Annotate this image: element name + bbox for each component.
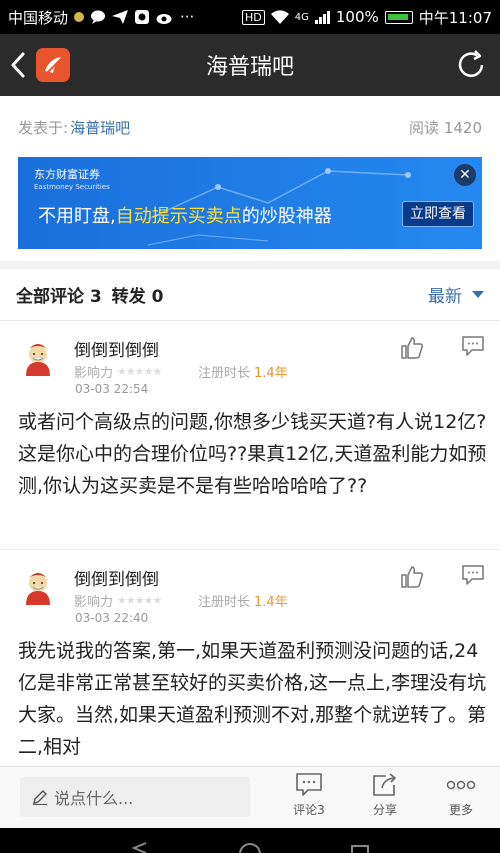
network-type-label: 4G — [294, 11, 309, 23]
send-icon — [112, 10, 129, 24]
page-title: 海普瑞吧 — [205, 55, 294, 80]
ad-banner[interactable]: 东方财富证券 Eastmoney Securities 不用盯盘,自动提示买卖点… — [18, 157, 482, 249]
comment-username[interactable]: 倒倒到倒倒 — [74, 336, 159, 361]
avatar[interactable] — [20, 340, 56, 376]
share-button[interactable]: 分享 — [355, 773, 415, 818]
comment-text: 我先说我的答案,第一,如果天道盈利预测没问题的话,24亿是非常正常甚至较好的买卖… — [18, 640, 487, 758]
share-label: 分享 — [372, 803, 397, 817]
comment-input-placeholder: 说点什么... — [54, 789, 134, 808]
star-rating-icon: ★★★★★ — [117, 365, 162, 378]
registration-duration: 注册时长 1.4年 — [198, 591, 288, 610]
tab-comments[interactable]: 全部评论 3 — [16, 287, 102, 307]
more-notifications-icon: ··· — [180, 8, 195, 26]
thumbs-up-icon[interactable] — [400, 565, 424, 589]
registration-duration: 注册时长 1.4年 — [198, 362, 288, 381]
reg-years: 1.4年 — [254, 595, 288, 610]
banner-brand: 东方财富证券 Eastmoney Securities — [34, 169, 110, 193]
sort-label: 最新 — [428, 287, 462, 307]
influence-rating: 影响力 ★★★★★ — [74, 362, 162, 381]
system-navigation-bar — [0, 828, 500, 853]
comment-time: 03-03 22:40 — [75, 611, 149, 625]
more-label: 更多 — [448, 803, 473, 817]
influence-rating: 影响力 ★★★★★ — [74, 591, 162, 610]
browser-icon — [135, 10, 150, 24]
tab-forwards[interactable]: 转发 0 — [112, 287, 164, 307]
banner-close-icon[interactable]: ✕ — [454, 164, 476, 186]
banner-brand-name: 东方财富证券 — [34, 168, 100, 181]
nav-back-icon[interactable] — [130, 842, 150, 853]
banner-text-c: 的炒股神器 — [241, 206, 332, 227]
battery-icon — [384, 10, 413, 24]
app-header: 海普瑞吧 — [0, 34, 500, 96]
share-icon — [373, 773, 396, 796]
battery-label: 100% — [335, 8, 379, 26]
thumbs-up-icon[interactable] — [400, 336, 424, 360]
refresh-icon[interactable] — [454, 48, 488, 82]
comment-count-label: 评论3 — [293, 803, 325, 817]
comment-reply-icon[interactable] — [462, 565, 484, 585]
comment-text: 或者问个高级点的问题,你想多少钱买天道?有人说12亿?这是你心中的合理价位吗??… — [18, 411, 487, 497]
banner-text-a: 不用盯盘, — [38, 206, 116, 227]
pencil-icon — [33, 790, 47, 805]
signal-icon — [314, 10, 330, 24]
chat-icon — [91, 10, 106, 24]
comment-tabs: 全部评论 3 转发 0 最新 — [0, 269, 500, 321]
app-logo[interactable] — [36, 48, 70, 82]
sort-dropdown[interactable]: 最新 — [428, 282, 484, 307]
post-content: 发表于: 海普瑞吧 阅读 1420 东方财富证券 Eastmoney Secur… — [0, 96, 500, 766]
more-button[interactable]: 更多 — [431, 773, 491, 818]
back-arrow-icon — [11, 52, 25, 78]
star-rating-icon: ★★★★★ — [117, 594, 162, 607]
divider — [0, 261, 500, 269]
wifi-icon — [270, 10, 289, 24]
influence-label: 影响力 — [74, 595, 114, 610]
influence-label: 影响力 — [74, 366, 114, 381]
banner-headline: 不用盯盘,自动提示买卖点的炒股神器 — [38, 202, 332, 228]
chevron-down-icon — [472, 291, 484, 298]
reg-label: 注册时长 — [198, 595, 251, 610]
posted-by-label: 发表于: — [18, 118, 69, 137]
comment-item: 倒倒到倒倒 影响力 ★★★★★ 注册时长 1.4年 03-03 22:54 或者问… — [0, 322, 500, 550]
weibo-icon — [156, 14, 172, 24]
clock: 中午11:07 — [418, 8, 492, 27]
comment-input[interactable]: 说点什么... — [20, 777, 250, 817]
comment-username[interactable]: 倒倒到倒倒 — [74, 565, 159, 590]
carrier-label: 中国移动 — [8, 8, 69, 27]
comment-item: 倒倒到倒倒 影响力 ★★★★★ 注册时长 1.4年 03-03 22:40 我先说… — [0, 551, 500, 766]
comment-reply-icon[interactable] — [462, 336, 484, 356]
comment-icon — [296, 773, 322, 796]
bottom-action-bar: 说点什么... 评论3 分享 更多 — [0, 766, 500, 828]
notification-dot-icon — [74, 12, 85, 22]
comment-time: 03-03 22:54 — [75, 382, 149, 396]
status-left: 中国移动 ··· — [8, 7, 194, 28]
back-button[interactable] — [0, 34, 36, 96]
nav-recents-icon[interactable] — [350, 844, 370, 853]
app-logo-icon — [45, 57, 61, 74]
reg-years: 1.4年 — [254, 366, 288, 381]
status-bar: 中国移动 ··· HD 4G 100% 中午11:07 — [0, 0, 500, 34]
avatar[interactable] — [20, 569, 56, 605]
banner-brand-en: Eastmoney Securities — [34, 183, 110, 191]
status-right: HD 4G 100% 中午11:07 — [242, 7, 492, 28]
banner-view-button[interactable]: 立即查看 — [402, 201, 474, 227]
hd-icon: HD — [242, 9, 265, 25]
post-author-link[interactable]: 海普瑞吧 — [70, 117, 130, 138]
comment-button[interactable]: 评论3 — [279, 773, 339, 818]
read-count: 阅读 1420 — [409, 118, 482, 137]
more-icon — [446, 780, 476, 790]
post-meta: 发表于: 海普瑞吧 阅读 1420 — [0, 96, 500, 158]
comment-forward-counts: 全部评论 3 转发 0 — [16, 282, 167, 307]
banner-text-highlight: 自动提示买卖点 — [115, 206, 242, 227]
nav-home-icon[interactable] — [238, 842, 262, 853]
reg-label: 注册时长 — [198, 366, 251, 381]
